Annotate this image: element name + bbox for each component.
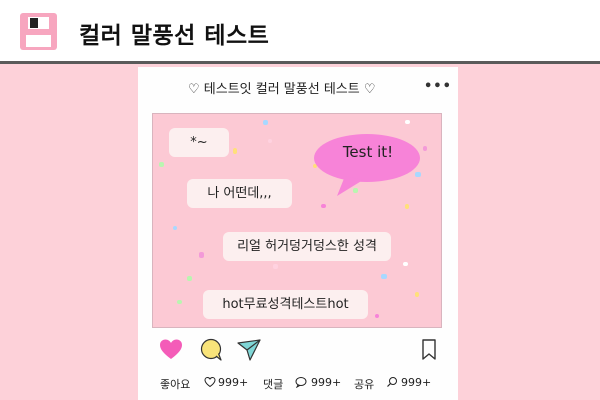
post-title: ♡ 테스트잇 컬러 말풍선 테스트 ♡ <box>188 82 376 97</box>
post-card: ♡ 테스트잇 컬러 말풍선 테스트 ♡ ••• Test it! *~ 나 어떤… <box>138 67 458 400</box>
post-actions <box>138 337 458 367</box>
confetti-dot <box>187 276 192 281</box>
search-outline-icon <box>387 377 397 387</box>
heart-icon[interactable] <box>158 337 184 363</box>
chat-bubble: 나 어떤데,,, <box>187 179 292 208</box>
comments-count: 999+ <box>311 376 342 389</box>
floppy-disk-icon <box>20 13 57 50</box>
shares-label: 공유 <box>354 378 375 391</box>
confetti-dot <box>173 226 177 230</box>
confetti-dot <box>321 204 326 208</box>
likes-label: 좋아요 <box>160 378 191 391</box>
confetti-dot <box>403 262 408 266</box>
speech-bubble-text: Test it! <box>342 143 394 161</box>
more-horizontal-icon[interactable]: ••• <box>424 79 451 95</box>
comment-outline-icon <box>295 377 307 388</box>
comments-label: 댓글 <box>263 378 284 391</box>
post-header: ♡ 테스트잇 컬러 말풍선 테스트 ♡ ••• <box>138 67 458 107</box>
chat-bubble: hot무료성격테스트hot <box>203 290 368 319</box>
confetti-dot <box>159 162 164 167</box>
bookmark-icon[interactable] <box>416 337 442 363</box>
app-header: 컬러 말풍선 테스트 <box>0 0 600 64</box>
shares-count: 999+ <box>401 376 432 389</box>
page-title: 컬러 말풍선 테스트 <box>79 23 270 49</box>
confetti-dot <box>381 274 387 279</box>
confetti-dot <box>423 146 427 151</box>
confetti-dot <box>405 204 409 209</box>
confetti-dot <box>415 292 419 297</box>
confetti-dot <box>375 314 379 318</box>
post-stats: 좋아요 999+ 댓글 999+ 공유 999+ <box>138 372 458 394</box>
confetti-dot <box>233 148 237 154</box>
post-image: Test it! *~ 나 어떤데,,, 리얼 허거덩거덩스한 성격 hot무료… <box>152 113 442 328</box>
confetti-dot <box>177 300 182 304</box>
confetti-dot <box>405 120 410 124</box>
send-icon[interactable] <box>236 337 262 363</box>
comment-icon[interactable] <box>198 337 224 363</box>
confetti-dot <box>199 252 204 258</box>
chat-bubble: 리얼 허거덩거덩스한 성격 <box>223 232 391 261</box>
likes-count: 999+ <box>218 376 249 389</box>
confetti-dot <box>263 120 268 125</box>
confetti-dot <box>273 264 278 269</box>
heart-outline-icon <box>204 376 216 388</box>
confetti-dot <box>268 139 272 143</box>
chat-bubble: *~ <box>169 128 229 157</box>
